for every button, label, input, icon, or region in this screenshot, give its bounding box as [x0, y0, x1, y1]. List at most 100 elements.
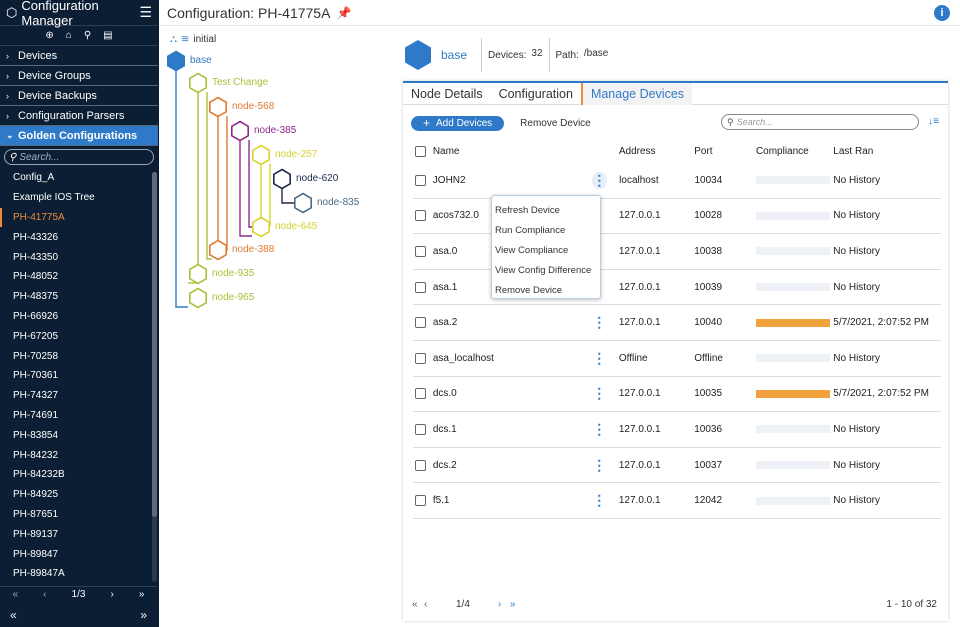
tree-node-hex-icon[interactable]	[167, 50, 186, 72]
sort-icon[interactable]: ↓≡	[928, 116, 939, 127]
row-actions-icon[interactable]: ⋮	[580, 314, 619, 331]
tree-node-label[interactable]: node-935	[212, 268, 254, 279]
row-checkbox[interactable]	[415, 459, 426, 471]
tree-node-label[interactable]: node-568	[232, 101, 274, 112]
sidebar-section-golden-configurations[interactable]: ⌄ Golden Configurations	[0, 126, 158, 146]
tree-node-label[interactable]: node-257	[275, 149, 317, 160]
sidebar-list-item[interactable]: Config_A	[0, 168, 157, 188]
sidebar-list-item[interactable]: PH-66926	[0, 307, 157, 327]
row-actions-icon[interactable]: ⋮	[580, 492, 619, 509]
sidebar-list-item[interactable]: PH-43350	[0, 247, 157, 267]
home-icon[interactable]: ⌂	[66, 30, 72, 41]
sidebar-list-item[interactable]: PH-74327	[0, 386, 157, 406]
sidebar-list-item[interactable]: PH-70361	[0, 366, 157, 386]
first-page-icon[interactable]: «	[13, 589, 19, 600]
sidebar-scrollbar[interactable]	[152, 172, 157, 582]
sidebar-list-item[interactable]: PH-84232B	[0, 465, 157, 485]
row-checkbox[interactable]	[415, 245, 426, 257]
add-icon[interactable]: ⊕	[45, 30, 53, 41]
menu-item-view-compliance[interactable]: View Compliance	[492, 240, 600, 260]
tree-node-label[interactable]: node-645	[275, 221, 317, 232]
collapse-sidebar-icon[interactable]: «	[10, 608, 17, 622]
row-actions-icon[interactable]: ⋮	[580, 385, 619, 402]
tree-node-hex-icon[interactable]	[252, 144, 270, 166]
tree-node-hex-icon[interactable]	[208, 239, 227, 261]
sidebar-search-input[interactable]: ⚲ Search...	[4, 149, 154, 165]
tree-node-hex-icon[interactable]	[188, 287, 208, 309]
row-checkbox[interactable]	[415, 423, 426, 435]
tree-node-label[interactable]: node-620	[296, 173, 338, 184]
last-page-icon[interactable]: »	[510, 599, 522, 610]
menu-item-run-compliance[interactable]: Run Compliance	[492, 220, 600, 240]
tab-manage-devices[interactable]: Manage Devices	[580, 83, 693, 105]
tree-node-label[interactable]: base	[190, 55, 212, 66]
menu-item-view-config-difference[interactable]: View Config Difference	[492, 260, 600, 280]
table-row[interactable]: JOHN2 ⋮ localhost 10034 No History	[413, 163, 941, 199]
tree-node-hex-icon[interactable]	[188, 72, 208, 94]
devices-search-input[interactable]: ⚲ Search...	[721, 114, 919, 130]
tab-configuration[interactable]: Configuration	[491, 83, 581, 105]
search-icon[interactable]: ⚲	[84, 30, 91, 41]
tree-node-label[interactable]: node-388	[232, 244, 274, 255]
sidebar-section-devices[interactable]: › Devices	[0, 46, 158, 66]
tree-node-hex-icon[interactable]	[188, 263, 208, 285]
table-row[interactable]: dcs.0 ⋮ 127.0.0.1 10035 5/7/2021, 2:07:52 PM	[413, 377, 941, 413]
sidebar-list-item[interactable]: PH-48375	[0, 287, 157, 307]
sidebar-list-item[interactable]: PH-48052	[0, 267, 157, 287]
row-checkbox[interactable]	[415, 210, 426, 222]
sidebar-list-item[interactable]: PH-84232	[0, 445, 157, 465]
row-actions-icon[interactable]: ⋮	[591, 171, 608, 189]
tree-node-hex-icon[interactable]	[294, 192, 312, 214]
row-actions-icon[interactable]: ⋮	[580, 350, 619, 367]
sidebar-section-device-groups[interactable]: › Device Groups	[0, 66, 158, 86]
add-devices-button[interactable]: + Add Devices	[411, 115, 505, 131]
prev-page-icon[interactable]: ‹	[43, 589, 46, 600]
table-row[interactable]: f5.1 ⋮ 127.0.0.1 12042 No History	[413, 483, 941, 519]
row-actions-icon[interactable]: ⋮	[580, 457, 619, 474]
menu-item-refresh-device[interactable]: Refresh Device	[492, 200, 600, 220]
pin-icon[interactable]: 📌	[336, 6, 351, 20]
sidebar-list-item[interactable]: PH-89847A	[0, 564, 157, 584]
row-checkbox[interactable]	[415, 352, 426, 364]
table-row[interactable]: asa.2 ⋮ 127.0.0.1 10040 5/7/2021, 2:07:52 PM	[413, 305, 941, 341]
sidebar-section-device-backups[interactable]: › Device Backups	[0, 86, 158, 106]
sidebar-list-item[interactable]: PH-41775A	[0, 207, 157, 228]
sidebar-list-item[interactable]: PH-70258	[0, 346, 157, 366]
row-checkbox[interactable]	[415, 174, 426, 186]
row-checkbox[interactable]	[415, 495, 426, 507]
tree-node-label[interactable]: node-835	[317, 197, 359, 208]
prev-page-icon[interactable]: ‹	[424, 599, 436, 610]
sidebar-list-item[interactable]: PH-67205	[0, 326, 157, 346]
tree-node-hex-icon[interactable]	[273, 168, 291, 190]
sidebar-list-item[interactable]: PH-89847	[0, 544, 157, 564]
next-page-icon[interactable]: ›	[110, 589, 113, 600]
remove-device-button[interactable]: Remove Device	[520, 118, 591, 129]
row-checkbox[interactable]	[415, 388, 426, 400]
hamburger-menu-icon[interactable]: ☰	[139, 4, 152, 21]
sidebar-list-item[interactable]: PH-43326	[0, 227, 157, 247]
tree-node-hex-icon[interactable]	[208, 96, 227, 118]
sidebar-list-item[interactable]: Example IOS Tree	[0, 188, 157, 208]
layers-icon[interactable]: ≋	[181, 34, 189, 45]
sidebar-list-item[interactable]: PH-74691	[0, 406, 157, 426]
select-all-checkbox[interactable]	[415, 145, 426, 157]
tree-node-label[interactable]: node-965	[212, 292, 254, 303]
tab-node-details[interactable]: Node Details	[403, 83, 491, 105]
sidebar-section-configuration-parsers[interactable]: › Configuration Parsers	[0, 106, 158, 126]
table-row[interactable]: dcs.2 ⋮ 127.0.0.1 10037 No History	[413, 448, 941, 484]
tree-node-label[interactable]: node-385	[254, 125, 296, 136]
expand-sidebar-icon[interactable]: »	[140, 608, 147, 622]
table-row[interactable]: dcs.1 ⋮ 127.0.0.1 10036 No History	[413, 412, 941, 448]
last-page-icon[interactable]: »	[139, 589, 145, 600]
tree-node-hex-icon[interactable]	[231, 120, 249, 142]
row-checkbox[interactable]	[415, 281, 426, 293]
sidebar-list-item[interactable]: PH-89137	[0, 524, 157, 544]
hierarchy-icon[interactable]: ⛬	[170, 34, 177, 45]
tree-node-label[interactable]: Test Change	[212, 77, 268, 88]
row-actions-icon[interactable]: ⋮	[580, 421, 619, 438]
first-page-icon[interactable]: «	[412, 599, 424, 610]
table-row[interactable]: asa_localhost ⋮ Offline Offline No History	[413, 341, 941, 377]
sidebar-list-item[interactable]: PH-84925	[0, 485, 157, 505]
next-page-icon[interactable]: ›	[498, 599, 510, 610]
document-icon[interactable]: ▤	[103, 30, 112, 41]
